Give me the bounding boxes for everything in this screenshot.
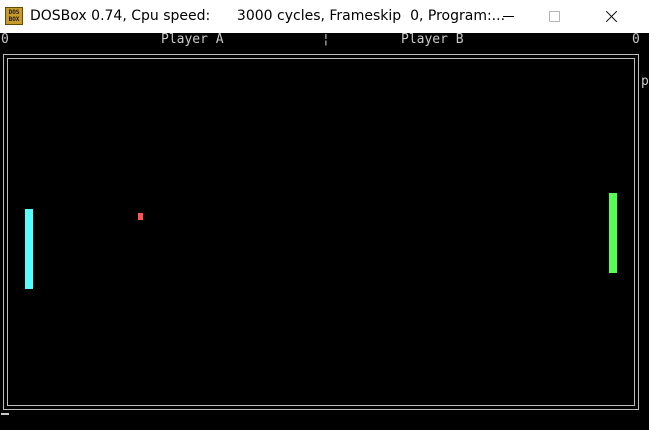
player-a-label: Player A <box>161 33 224 47</box>
text-cursor <box>1 413 9 415</box>
minimize-icon <box>502 16 514 17</box>
window-title: DOSBox 0.74, Cpu speed: 3000 cycles, Fra… <box>30 8 506 24</box>
right-paddle <box>609 193 617 273</box>
left-paddle <box>25 209 33 289</box>
icon-text-top: DOS <box>8 9 20 16</box>
player-b-score: 0 <box>632 33 640 47</box>
icon-text-bottom: BOX <box>8 16 20 23</box>
game-screen[interactable]: 0 Player A ¦ Player B 0 p <box>0 33 649 430</box>
close-icon <box>605 10 618 23</box>
maximize-button[interactable] <box>531 0 577 33</box>
maximize-icon <box>548 11 560 22</box>
player-a-score: 0 <box>1 33 9 47</box>
close-button[interactable] <box>588 0 634 33</box>
ball <box>138 213 143 220</box>
title-bar[interactable]: DOS BOX DOSBox 0.74, Cpu speed: 3000 cyc… <box>0 0 649 33</box>
playfield-inner-border <box>7 58 635 406</box>
dosbox-icon[interactable]: DOS BOX <box>5 7 23 25</box>
player-b-label: Player B <box>401 33 464 47</box>
score-divider: ¦ <box>322 33 330 47</box>
dosbox-window: DOS BOX DOSBox 0.74, Cpu speed: 3000 cyc… <box>0 0 649 430</box>
clipped-character: p <box>641 74 649 89</box>
minimize-button[interactable] <box>485 0 531 33</box>
